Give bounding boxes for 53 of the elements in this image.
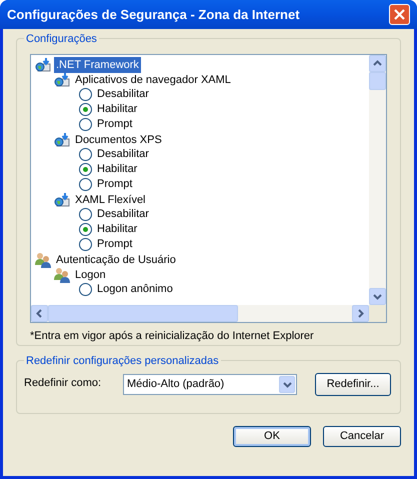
- level-dropdown[interactable]: Médio-Alto (padrão): [123, 374, 297, 395]
- option-label: Desabilitar: [97, 87, 149, 102]
- option-label: Prompt: [97, 237, 132, 252]
- scrollbar-corner: [369, 305, 386, 322]
- scroll-thumb[interactable]: [48, 305, 238, 322]
- scroll-left-button[interactable]: [31, 305, 48, 322]
- computer-globe-icon: [54, 72, 70, 88]
- tree-item[interactable]: Aplicativos de navegador XAML: [73, 72, 233, 88]
- chevron-icon: [282, 380, 292, 389]
- radio-button[interactable]: [79, 208, 92, 221]
- window-title: Configurações de Segurança - Zona da Internet: [7, 6, 300, 24]
- dialog-button[interactable]: OK: [233, 426, 311, 447]
- close-button[interactable]: [389, 4, 410, 25]
- radio-button[interactable]: [79, 283, 92, 296]
- computer-globe-icon: [54, 192, 70, 208]
- close-icon: [394, 9, 405, 20]
- radio-button[interactable]: [79, 178, 92, 191]
- option-label: Prompt: [97, 177, 132, 192]
- tree-item[interactable]: Logon: [73, 266, 108, 282]
- radio-button[interactable]: [79, 163, 92, 176]
- option-label: Prompt: [97, 117, 132, 132]
- scroll-up-button[interactable]: [369, 55, 386, 72]
- option-label: Desabilitar: [97, 207, 149, 222]
- horizontal-scrollbar[interactable]: [31, 305, 369, 322]
- scroll-down-button[interactable]: [369, 288, 386, 305]
- option-label: Habilitar: [97, 222, 138, 238]
- restart-note: *Entra em vigor após a reinicialização do Internet Explorer: [30, 329, 315, 344]
- option-label: Habilitar: [97, 162, 138, 178]
- option-label: Desabilitar: [97, 147, 149, 162]
- radio-button[interactable]: [79, 223, 92, 236]
- reset-label: Redefinir como:: [24, 376, 102, 391]
- dialog-button[interactable]: Cancelar: [323, 426, 401, 447]
- users-icon: [54, 266, 70, 282]
- users-icon: [35, 252, 51, 268]
- group-title: Configurações: [24, 31, 99, 48]
- tree-item[interactable]: .NET Framework: [54, 56, 141, 72]
- radio-button[interactable]: [79, 238, 92, 251]
- tree-item[interactable]: Autenticação de Usuário: [54, 252, 178, 268]
- radio-button[interactable]: [79, 148, 92, 161]
- radio-button[interactable]: [79, 118, 92, 131]
- group-title: Redefinir configurações personalizadas: [24, 353, 221, 370]
- tree-item[interactable]: XAML Flexível: [73, 192, 148, 208]
- reset-button[interactable]: Redefinir...: [315, 373, 391, 396]
- computer-globe-icon: [35, 56, 51, 72]
- option-label: Logon anônimo: [97, 282, 173, 298]
- tree-item[interactable]: Documentos XPS: [73, 132, 164, 148]
- radio-button[interactable]: [79, 103, 92, 116]
- radio-button[interactable]: [79, 88, 92, 101]
- option-label: Habilitar: [97, 102, 138, 118]
- computer-globe-icon: [54, 132, 70, 148]
- vertical-scrollbar[interactable]: [369, 55, 386, 305]
- scroll-right-button[interactable]: [352, 305, 369, 322]
- scroll-thumb[interactable]: [369, 72, 386, 90]
